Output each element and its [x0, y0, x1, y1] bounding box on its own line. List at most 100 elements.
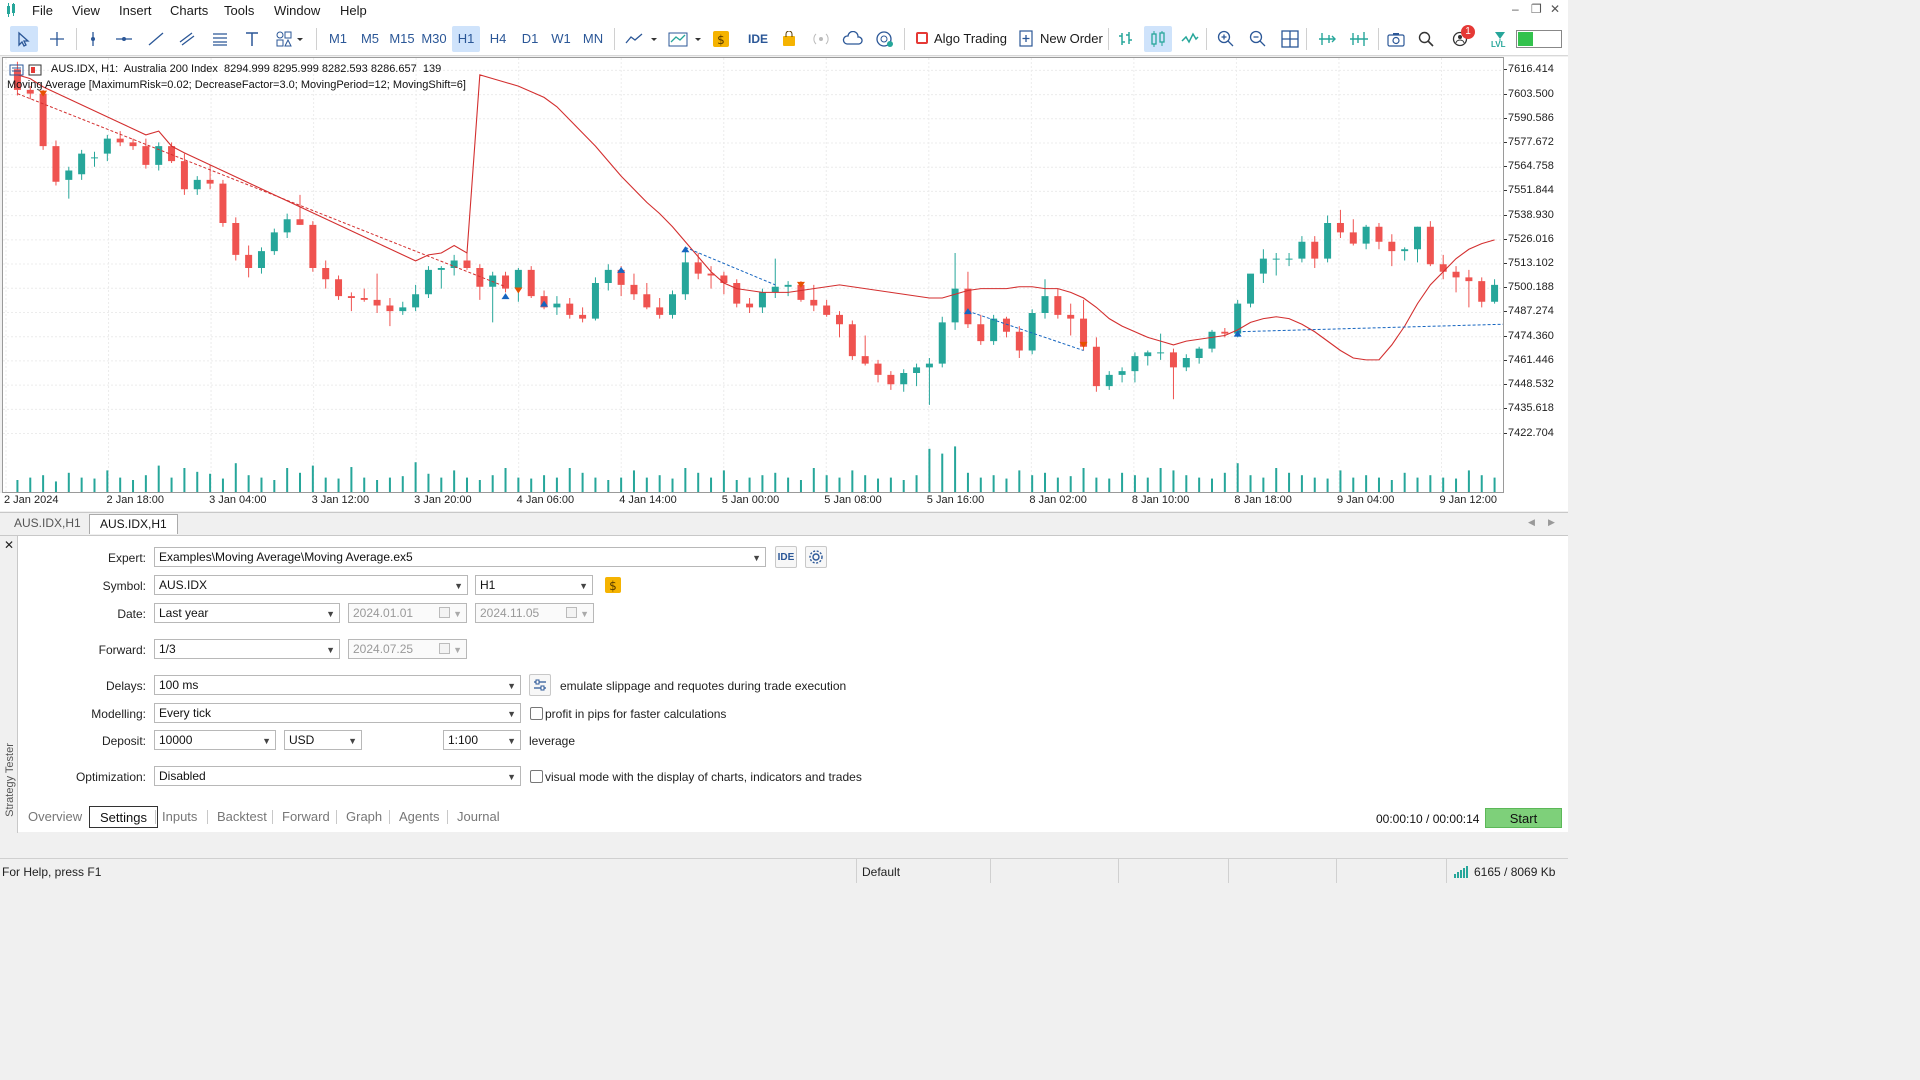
chart-canvas[interactable]: AUS.IDX, H1: Australia 200 Index 8294.99…: [2, 57, 1504, 493]
tab-overview[interactable]: Overview: [18, 806, 92, 828]
menu-insert[interactable]: Insert: [119, 3, 152, 18]
deposit-input[interactable]: 10000 ▼: [154, 730, 276, 750]
time-tick-label: 5 Jan 16:00: [926, 494, 985, 506]
date-from-field[interactable]: 2024.01.01 ▼: [348, 603, 467, 623]
vertical-line-icon[interactable]: [82, 26, 104, 52]
expert-select[interactable]: Examples\Moving Average\Moving Average.e…: [154, 547, 766, 567]
chart-shift-icon[interactable]: [1346, 26, 1372, 52]
visual-mode-checkbox[interactable]: [530, 770, 543, 783]
chart-tab-2[interactable]: AUS.IDX,H1: [89, 514, 178, 534]
tile-windows-icon[interactable]: [1278, 26, 1302, 52]
algo-trading-button[interactable]: Algo Trading: [912, 26, 1012, 52]
tab-journal[interactable]: Journal: [447, 806, 510, 828]
delay-settings-sliders-icon[interactable]: [529, 674, 551, 696]
bar-chart-icon[interactable]: [1114, 26, 1138, 52]
optimization-select[interactable]: Disabled ▼: [154, 766, 521, 786]
auto-scroll-icon[interactable]: [1314, 26, 1340, 52]
market-bag-icon[interactable]: [778, 26, 800, 52]
timeframe-m5[interactable]: M5: [358, 26, 382, 52]
symbol-label: Symbol:: [102, 579, 146, 593]
status-profile[interactable]: Default: [862, 865, 900, 879]
tab-inputs[interactable]: Inputs: [152, 806, 207, 828]
vps-cloud-icon[interactable]: [840, 26, 866, 52]
timeframe-d1[interactable]: D1: [518, 26, 542, 52]
timeframe-m30[interactable]: M30: [420, 26, 448, 52]
timeframe-m1[interactable]: M1: [326, 26, 350, 52]
expert-ide-button[interactable]: IDE: [775, 546, 797, 568]
candle-body: [733, 283, 741, 304]
tab-backtest[interactable]: Backtest: [207, 806, 277, 828]
notifications-icon[interactable]: 1: [1446, 25, 1475, 52]
search-icon[interactable]: [1414, 26, 1438, 52]
level-icon[interactable]: LVL: [1488, 26, 1512, 52]
trendline-icon[interactable]: [144, 26, 168, 52]
menu-view[interactable]: View: [72, 3, 100, 18]
chart-type-icon[interactable]: [622, 26, 662, 52]
volume-bar: [1223, 472, 1226, 492]
menu-help[interactable]: Help: [340, 3, 367, 18]
fibonacci-icon[interactable]: [208, 26, 232, 52]
new-order-button[interactable]: New Order: [1016, 26, 1106, 52]
delays-select[interactable]: 100 ms ▼: [154, 675, 521, 695]
shapes-icon[interactable]: [270, 26, 310, 52]
tab-forward[interactable]: Forward: [272, 806, 340, 828]
candlestick-chart-icon[interactable]: [1144, 26, 1172, 52]
time-scale[interactable]: 2 Jan 2024 2 Jan 18:00 3 Jan 04:00 3 Jan 12…: [0, 493, 1568, 511]
horizontal-line-icon[interactable]: [112, 26, 136, 52]
volume-bar: [812, 468, 815, 492]
zoom-in-icon[interactable]: [1214, 26, 1238, 52]
leverage-select[interactable]: 1:100 ▼: [443, 730, 521, 750]
chart-tab-1[interactable]: AUS.IDX,H1: [4, 514, 91, 534]
menu-bar: File View Insert Charts Tools Window Hel…: [0, 0, 1568, 22]
candle-body: [784, 284, 792, 287]
price-chart[interactable]: [3, 58, 1503, 492]
screenshot-icon[interactable]: [1384, 26, 1408, 52]
date-to-field[interactable]: 2024.11.05 ▼: [475, 603, 594, 623]
candle-body: [476, 268, 484, 287]
symbol-select[interactable]: AUS.IDX ▼: [154, 575, 468, 595]
forward-select[interactable]: 1/3 ▼: [154, 639, 340, 659]
tab-scroll-left-icon[interactable]: ◀: [1528, 517, 1535, 528]
crosshair-tool-icon[interactable]: [44, 26, 70, 52]
expert-settings-gear-icon[interactable]: [805, 546, 827, 568]
timeframe-w1[interactable]: W1: [549, 26, 573, 52]
text-tool-icon[interactable]: [240, 26, 264, 52]
tester-close-icon[interactable]: ✕: [4, 538, 14, 552]
dollar-icon[interactable]: $: [710, 26, 732, 52]
menu-charts[interactable]: Charts: [170, 3, 208, 18]
modelling-select[interactable]: Every tick ▼: [154, 703, 521, 723]
volume-bar: [684, 468, 687, 492]
volume-bar: [286, 468, 289, 492]
profit-in-pips-checkbox[interactable]: [530, 707, 543, 720]
volume-bar: [543, 475, 546, 492]
line-chart-icon[interactable]: [1178, 26, 1202, 52]
timeframe-m15[interactable]: M15: [388, 26, 416, 52]
symbol-specs-dollar-icon[interactable]: $: [604, 576, 622, 594]
timeframe-h1[interactable]: H1: [452, 26, 480, 52]
menu-window[interactable]: Window: [274, 3, 320, 18]
restore-icon[interactable]: ❐: [1531, 2, 1542, 16]
date-range-select[interactable]: Last year ▼: [154, 603, 340, 623]
signals-icon[interactable]: [808, 26, 834, 52]
tab-scroll-right-icon[interactable]: ▶: [1548, 517, 1555, 528]
tab-settings[interactable]: Settings: [89, 806, 158, 828]
channel-icon[interactable]: [175, 26, 199, 52]
timeframe-select[interactable]: H1 ▼: [475, 575, 593, 595]
ide-button[interactable]: IDE: [744, 26, 772, 52]
menu-tools[interactable]: Tools: [224, 3, 254, 18]
zoom-out-icon[interactable]: [1246, 26, 1270, 52]
timeframe-mn[interactable]: MN: [580, 26, 606, 52]
minimize-icon[interactable]: –: [1512, 2, 1519, 16]
tab-agents[interactable]: Agents: [389, 806, 449, 828]
tab-graph[interactable]: Graph: [336, 806, 392, 828]
menu-file[interactable]: File: [32, 3, 53, 18]
currency-select[interactable]: USD ▼: [284, 730, 362, 750]
indicators-icon[interactable]: [666, 26, 706, 52]
timeframe-h4[interactable]: H4: [486, 26, 510, 52]
copy-trading-icon[interactable]: [872, 26, 898, 52]
price-scale[interactable]: 7616.414 7603.500 7590.586 7577.672 7564.758…: [1504, 57, 1568, 493]
cursor-tool-icon[interactable]: [10, 26, 38, 52]
close-icon[interactable]: ✕: [1550, 2, 1560, 16]
forward-date-field[interactable]: 2024.07.25 ▼: [348, 639, 467, 659]
start-button[interactable]: Start: [1485, 808, 1562, 828]
